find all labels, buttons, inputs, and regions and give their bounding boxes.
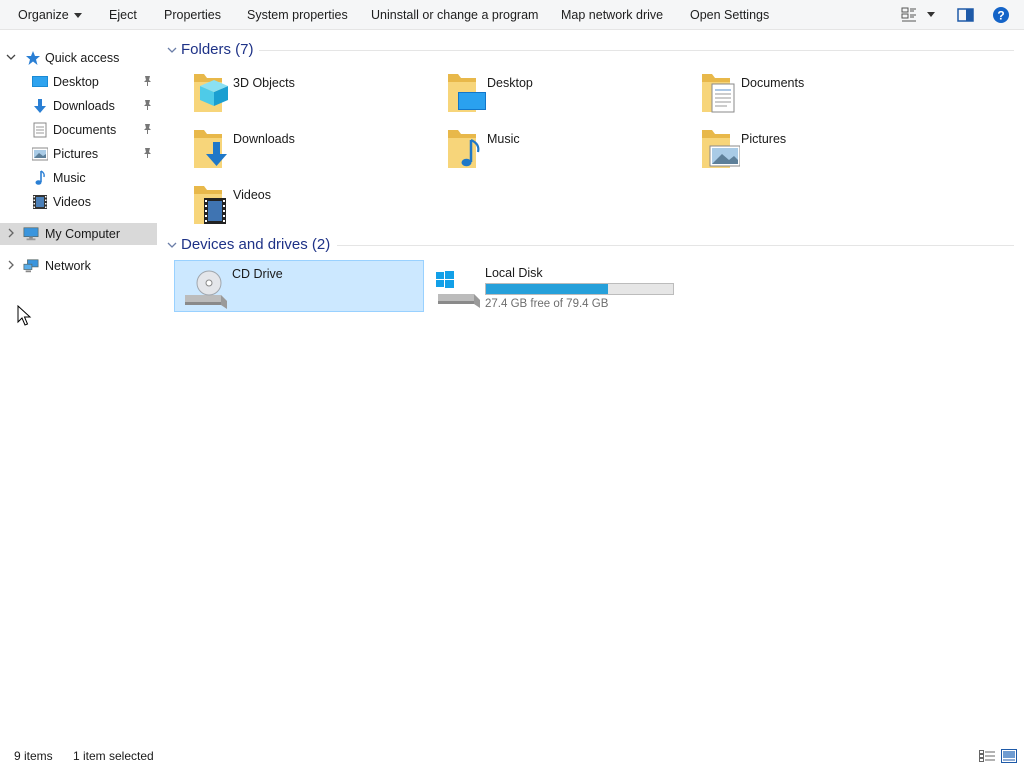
videos-folder-icon [194,186,226,224]
folder-name: 3D Objects [233,76,295,90]
properties-button[interactable]: Properties [164,0,221,30]
group-divider [337,245,1014,246]
command-bar: Organize Eject Properties System propert… [0,0,1024,30]
navigation-pane: Quick access Desktop Downloads Documents [0,31,157,743]
devices-group-header[interactable]: Devices and drives (2) [165,236,465,256]
documents-folder-icon [702,74,735,113]
nav-item-pictures[interactable]: Pictures [0,143,157,165]
eject-button[interactable]: Eject [109,0,137,30]
network-icon [23,259,39,273]
desktop-folder-icon [448,74,486,112]
organize-label: Organize [18,8,69,22]
folder-tile-music[interactable]: Music [430,124,680,176]
documents-icon [33,122,47,138]
folder-tile-desktop[interactable]: Desktop [430,68,680,120]
drive-tile-cd[interactable]: CD Drive [174,260,424,312]
chevron-right-icon[interactable] [6,259,16,271]
folder-name: Videos [233,188,271,202]
chevron-down-icon[interactable] [167,45,177,55]
folder-name: Pictures [741,132,787,146]
nav-quick-access[interactable]: Quick access [0,47,157,69]
capacity-bar-fill [486,284,609,294]
nav-item-downloads[interactable]: Downloads [0,95,157,117]
group-divider [259,50,1014,51]
folder-name: Documents [741,76,805,90]
capacity-text: 27.4 GB free of 79.4 GB [485,298,609,310]
folder-name: Desktop [487,76,533,90]
pin-icon[interactable] [141,99,153,111]
downloads-icon [34,99,46,113]
folder-tile-documents[interactable]: Documents [684,68,934,120]
nav-item-documents[interactable]: Documents [0,119,157,141]
nav-item-desktop[interactable]: Desktop [0,71,157,93]
downloads-folder-icon [194,130,227,168]
details-view-icon[interactable] [979,750,995,762]
uninstall-program-button[interactable]: Uninstall or change a program [371,0,538,30]
folder-tile-videos[interactable]: Videos [176,180,426,232]
nav-network[interactable]: Network [0,255,157,277]
nav-item-label: Pictures [53,147,99,161]
computer-icon [23,227,39,241]
pin-icon[interactable] [141,147,153,159]
music-icon [35,170,45,185]
help-icon[interactable]: ? [992,6,1010,27]
folder-tile-3d-objects[interactable]: 3D Objects [176,68,426,120]
pictures-icon [32,147,48,161]
pin-icon[interactable] [141,123,153,135]
my-computer-label: My Computer [45,227,121,241]
devices-group-title: Devices and drives (2) [181,236,331,253]
system-properties-button[interactable]: System properties [247,0,348,30]
status-bar: 9 items 1 item selected [0,744,1024,768]
nav-item-label: Videos [53,195,91,209]
selection-count: 1 item selected [73,749,154,763]
mouse-cursor-icon [17,305,32,326]
nav-item-videos[interactable]: Videos [0,191,157,213]
local-disk-icon [436,271,480,308]
chevron-right-icon[interactable] [6,227,16,239]
view-options-icon[interactable] [901,6,941,27]
quick-access-label: Quick access [45,51,120,65]
chevron-down-icon [73,13,82,19]
nav-item-label: Downloads [53,99,115,113]
capacity-bar [485,283,674,295]
folder-tile-pictures[interactable]: Pictures [684,124,934,176]
folder-name: Music [487,132,520,146]
map-network-drive-button[interactable]: Map network drive [561,0,663,30]
star-icon [26,51,40,65]
nav-item-music[interactable]: Music [0,167,157,189]
nav-my-computer[interactable]: My Computer [0,223,157,245]
chevron-down-icon[interactable] [6,51,16,63]
nav-item-label: Music [53,171,86,185]
large-icons-view-icon[interactable] [1001,749,1017,763]
item-count: 9 items [14,749,53,763]
nav-item-label: Desktop [53,75,99,89]
pin-icon[interactable] [141,75,153,87]
folders-group-title: Folders (7) [181,41,254,58]
folder-tile-downloads[interactable]: Downloads [176,124,426,176]
folders-group-header[interactable]: Folders (7) [165,41,465,61]
drive-name: CD Drive [232,267,283,281]
videos-icon [33,195,47,209]
open-settings-button[interactable]: Open Settings [690,0,769,30]
pictures-folder-icon [702,130,740,168]
3d-objects-folder-icon [194,74,228,112]
svg-text:?: ? [997,9,1004,23]
nav-item-label: Documents [53,123,117,137]
drive-name: Local Disk [485,266,543,280]
folder-name: Downloads [233,132,295,146]
chevron-down-icon[interactable] [167,240,177,250]
content-pane: Folders (7) 3D Objects Desktop Documents… [157,31,1024,743]
drive-tile-local-disk[interactable]: Local Disk 27.4 GB free of 79.4 GB [428,260,678,312]
music-folder-icon [448,130,480,168]
desktop-icon [32,76,48,87]
preview-pane-icon[interactable] [957,6,975,27]
organize-button[interactable]: Organize [18,0,82,30]
cd-drive-icon [185,270,227,309]
network-label: Network [45,259,91,273]
